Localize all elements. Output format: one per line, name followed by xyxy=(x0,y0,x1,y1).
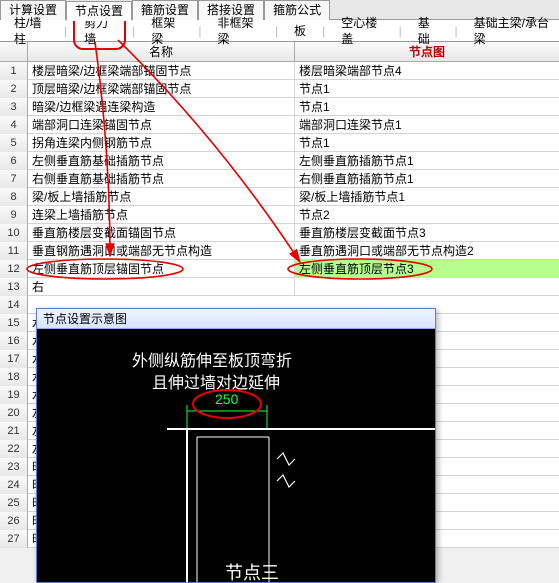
row-number: 16 xyxy=(0,332,28,350)
table-row[interactable]: 13右 xyxy=(0,278,559,296)
row-number: 4 xyxy=(0,116,28,134)
row-number: 2 xyxy=(0,80,28,98)
table-row[interactable]: 4端部洞口连梁锚固节点端部洞口连梁节点1 xyxy=(0,116,559,134)
sub-tab-slab[interactable]: 板 xyxy=(284,21,316,41)
row-number: 10 xyxy=(0,224,28,242)
cell-name[interactable]: 左侧垂直筋基础插筋节点 xyxy=(28,152,295,170)
cell-name[interactable]: 端部洞口连梁锚固节点 xyxy=(28,116,295,134)
row-number: 13 xyxy=(0,278,28,296)
row-number: 15 xyxy=(0,314,28,332)
row-number: 7 xyxy=(0,170,28,188)
top-tab-node[interactable]: 节点设置 xyxy=(66,1,132,21)
table-row[interactable]: 5拐角连梁内侧钢筋节点节点1 xyxy=(0,134,559,152)
row-number: 26 xyxy=(0,512,28,530)
cell-node[interactable]: 左侧垂直筋顶层节点3 xyxy=(295,260,559,278)
cell-node[interactable]: 左侧垂直筋插筋节点1 xyxy=(295,152,559,170)
table-row[interactable]: 2顶层暗梁/边框梁端部锚固节点节点1 xyxy=(0,80,559,98)
table-row[interactable]: 3暗梁/边框梁遇连梁构造节点1 xyxy=(0,98,559,116)
table-row[interactable]: 7右侧垂直筋基础插筋节点右侧垂直筋插筋节点1 xyxy=(0,170,559,188)
cell-node[interactable]: 端部洞口连梁节点1 xyxy=(295,116,559,134)
row-number: 6 xyxy=(0,152,28,170)
top-tab-formula[interactable]: 箍筋公式 xyxy=(264,0,330,20)
diagram-caption: 节点三 xyxy=(225,559,279,582)
row-number: 5 xyxy=(0,134,28,152)
row-number: 18 xyxy=(0,368,28,386)
cell-name[interactable]: 右 xyxy=(28,278,295,296)
cell-name[interactable]: 连梁上墙插筋节点 xyxy=(28,206,295,224)
row-number: 3 xyxy=(0,98,28,116)
grid-header-node[interactable]: 节点图 xyxy=(295,42,559,61)
diagram-popup-title: 节点设置示意图 xyxy=(37,309,435,329)
table-row[interactable]: 8梁/板上墙插筋节点梁/板上墙插筋节点1 xyxy=(0,188,559,206)
cell-node[interactable]: 梁/板上墙插筋节点1 xyxy=(295,188,559,206)
row-number: 14 xyxy=(0,296,28,314)
cell-name[interactable]: 拐角连梁内侧钢筋节点 xyxy=(28,134,295,152)
cell-name[interactable]: 左侧垂直筋顶层锚固节点 xyxy=(28,260,295,278)
diagram-popup[interactable]: 节点设置示意图 外侧纵筋伸至板顶弯折 且伸过墙对边延伸 250 节点三 xyxy=(36,308,436,583)
row-number: 12 xyxy=(0,260,28,278)
cell-name[interactable]: 垂直筋楼层变截面锚固节点 xyxy=(28,224,295,242)
cell-name[interactable]: 梁/板上墙插筋节点 xyxy=(28,188,295,206)
cell-node[interactable]: 节点1 xyxy=(295,80,559,98)
row-number: 9 xyxy=(0,206,28,224)
sub-tab-bar: 柱/墙柱| 剪力墙| 框架梁| 非框架梁| 板| 空心楼盖| 基础| 基础主梁/… xyxy=(0,20,559,42)
grid-header-name[interactable]: 名称 xyxy=(28,42,295,61)
table-row[interactable]: 9连梁上墙插筋节点节点2 xyxy=(0,206,559,224)
row-number: 27 xyxy=(0,530,28,548)
cell-name[interactable]: 楼层暗梁/边框梁端部锚固节点 xyxy=(28,62,295,80)
cell-node[interactable]: 节点1 xyxy=(295,134,559,152)
row-number: 25 xyxy=(0,494,28,512)
grid-header: 名称 节点图 xyxy=(0,42,559,62)
row-number: 21 xyxy=(0,422,28,440)
cell-name[interactable]: 顶层暗梁/边框梁端部锚固节点 xyxy=(28,80,295,98)
table-row[interactable]: 6左侧垂直筋基础插筋节点左侧垂直筋插筋节点1 xyxy=(0,152,559,170)
row-number: 19 xyxy=(0,386,28,404)
table-row[interactable]: 10垂直筋楼层变截面锚固节点垂直筋楼层变截面节点3 xyxy=(0,224,559,242)
cell-node[interactable]: 垂直筋楼层变截面节点3 xyxy=(295,224,559,242)
cell-name[interactable]: 暗梁/边框梁遇连梁构造 xyxy=(28,98,295,116)
row-number: 24 xyxy=(0,476,28,494)
grid-header-rownum xyxy=(0,42,28,61)
row-number: 22 xyxy=(0,440,28,458)
cell-node[interactable]: 节点2 xyxy=(295,206,559,224)
row-number: 11 xyxy=(0,242,28,260)
table-row[interactable]: 1楼层暗梁/边框梁端部锚固节点楼层暗梁端部节点4 xyxy=(0,62,559,80)
cell-node[interactable]: 右侧垂直筋插筋节点1 xyxy=(295,170,559,188)
cell-name[interactable]: 右侧垂直筋基础插筋节点 xyxy=(28,170,295,188)
table-row[interactable]: 11垂直钢筋遇洞口或端部无节点构造垂直筋遇洞口或端部无节点构造2 xyxy=(0,242,559,260)
row-number: 23 xyxy=(0,458,28,476)
table-row[interactable]: 12左侧垂直筋顶层锚固节点左侧垂直筋顶层节点3 xyxy=(0,260,559,278)
cell-name[interactable]: 垂直钢筋遇洞口或端部无节点构造 xyxy=(28,242,295,260)
cell-node[interactable]: 垂直筋遇洞口或端部无节点构造2 xyxy=(295,242,559,260)
diagram-canvas: 外侧纵筋伸至板顶弯折 且伸过墙对边延伸 250 节点三 xyxy=(37,329,435,582)
cell-node[interactable]: 节点1 xyxy=(295,98,559,116)
cell-node[interactable]: 楼层暗梁端部节点4 xyxy=(295,62,559,80)
row-number: 20 xyxy=(0,404,28,422)
row-number: 8 xyxy=(0,188,28,206)
diagram-svg xyxy=(37,329,435,582)
row-number: 1 xyxy=(0,62,28,80)
row-number: 17 xyxy=(0,350,28,368)
